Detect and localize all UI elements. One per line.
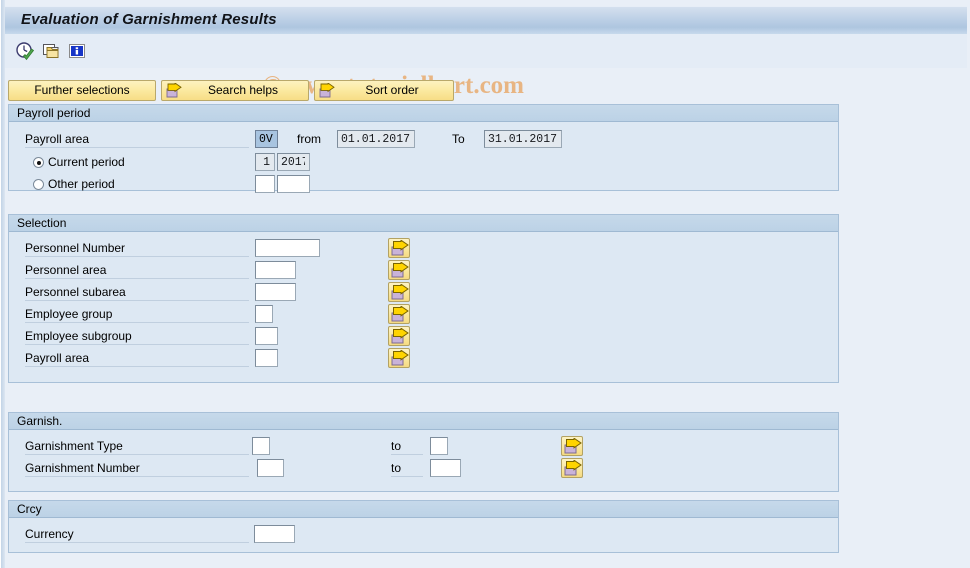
information-icon[interactable]: [67, 41, 87, 61]
period-to-date-input[interactable]: [484, 130, 562, 148]
personnel-area-multi-select-button[interactable]: [388, 260, 410, 280]
sap-application-window: Evaluation of Garnishment Results Furthe…: [0, 0, 970, 568]
execute-clock-icon[interactable]: [15, 41, 35, 61]
garnishment-number-multi-select-button[interactable]: [561, 458, 583, 478]
garnishment-type-to-label: to: [391, 439, 423, 455]
toolbar: © www.tutorialkart.com: [5, 34, 967, 99]
employee-subgroup-input[interactable]: [255, 327, 278, 345]
currency-group-body: Currency: [9, 518, 838, 552]
garnishment-number-from-input[interactable]: [257, 459, 284, 477]
payroll-period-group: Payroll period Payroll area from To Curr…: [8, 104, 839, 193]
personnel-number-input[interactable]: [255, 239, 320, 257]
currency-group-title: Crcy: [9, 501, 838, 518]
multiple-selection-icon[interactable]: [41, 41, 61, 61]
selection-group: Selection Personnel Number Personnel are…: [8, 214, 839, 383]
personnel-subarea-label: Personnel subarea: [25, 285, 249, 301]
personnel-subarea-input[interactable]: [255, 283, 296, 301]
payroll-area-label: Payroll area: [25, 132, 249, 148]
garnishment-group-title: Garnish.: [9, 413, 838, 430]
sort-order-button[interactable]: Sort order: [314, 80, 454, 101]
payroll-area-selection-label: Payroll area: [25, 351, 249, 367]
garnishment-group-body: Garnishment Type to Garnishment Number t…: [9, 430, 838, 491]
currency-label: Currency: [25, 527, 249, 543]
payroll-area-input[interactable]: [255, 130, 278, 148]
garnishment-type-to-input[interactable]: [430, 437, 448, 455]
to-label: To: [452, 132, 465, 146]
arrow-right-folder-icon: [166, 82, 182, 98]
sort-order-label: Sort order: [365, 83, 419, 97]
other-period-year-input[interactable]: [277, 175, 310, 193]
window-frame-left: [0, 0, 5, 568]
personnel-area-label: Personnel area: [25, 263, 249, 279]
employee-group-label: Employee group: [25, 307, 249, 323]
search-helps-label: Search helps: [207, 83, 279, 97]
period-from-date-input[interactable]: [337, 130, 415, 148]
garnishment-group: Garnish. Garnishment Type to Garnishment…: [8, 412, 839, 492]
further-selections-button[interactable]: Further selections: [8, 80, 156, 101]
selection-group-title: Selection: [9, 215, 838, 232]
other-period-label[interactable]: Other period: [48, 177, 115, 191]
garnishment-number-label: Garnishment Number: [25, 461, 249, 477]
garnishment-type-label: Garnishment Type: [25, 439, 249, 455]
garnishment-number-to-label: to: [391, 461, 423, 477]
currency-group: Crcy Currency: [8, 500, 839, 553]
garnishment-number-to-input[interactable]: [430, 459, 461, 477]
other-period-number-input[interactable]: [255, 175, 275, 193]
other-period-radio[interactable]: [33, 179, 44, 190]
personnel-number-multi-select-button[interactable]: [388, 238, 410, 258]
current-period-year-input[interactable]: [277, 153, 310, 171]
currency-input[interactable]: [254, 525, 295, 543]
current-period-label[interactable]: Current period: [48, 155, 125, 169]
payroll-area-multi-select-button[interactable]: [388, 348, 410, 368]
payroll-period-group-body: Payroll area from To Current period Othe…: [9, 122, 838, 193]
payroll-period-group-title: Payroll period: [9, 105, 838, 122]
employee-group-input[interactable]: [255, 305, 273, 323]
personnel-number-label: Personnel Number: [25, 241, 249, 257]
current-period-radio[interactable]: [33, 157, 44, 168]
personnel-area-input[interactable]: [255, 261, 296, 279]
employee-subgroup-label: Employee subgroup: [25, 329, 249, 345]
personnel-subarea-multi-select-button[interactable]: [388, 282, 410, 302]
employee-subgroup-multi-select-button[interactable]: [388, 326, 410, 346]
selection-group-body: Personnel Number Personnel area Personne…: [9, 232, 838, 382]
from-label: from: [297, 132, 321, 146]
current-period-number-input[interactable]: [255, 153, 275, 171]
search-helps-button[interactable]: Search helps: [161, 80, 309, 101]
arrow-right-folder-icon: [319, 82, 335, 98]
garnishment-type-from-input[interactable]: [252, 437, 270, 455]
payroll-area-selection-input[interactable]: [255, 349, 278, 367]
title-bar: Evaluation of Garnishment Results: [5, 6, 967, 34]
garnishment-type-multi-select-button[interactable]: [561, 436, 583, 456]
employee-group-multi-select-button[interactable]: [388, 304, 410, 324]
page-title: Evaluation of Garnishment Results: [21, 11, 277, 28]
